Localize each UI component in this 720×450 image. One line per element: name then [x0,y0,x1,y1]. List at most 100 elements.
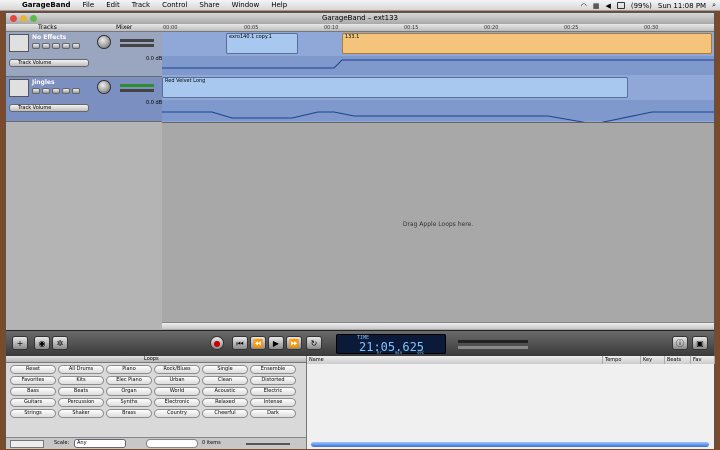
lock-button[interactable] [62,88,70,94]
solo-button[interactable] [52,43,60,49]
scale-label: Scale: [54,440,70,446]
ruler-tick: 00:25 [564,25,579,31]
track-volume-select[interactable]: Track Volume [9,104,89,112]
keyword-button[interactable]: Urban [154,376,200,385]
keyword-button[interactable]: Beats [58,387,104,396]
keyword-button[interactable]: Cheerful [202,409,248,418]
track-volume-select[interactable]: Track Volume [9,59,89,67]
zoom-button[interactable] [30,15,37,22]
master-volume-slider[interactable] [458,346,528,349]
menu-window[interactable]: Window [226,0,266,11]
record-enable-button[interactable] [32,43,40,49]
pan-knob[interactable] [97,80,111,94]
menu-app[interactable]: GarageBand [16,0,76,11]
keyword-button[interactable]: Percussion [58,398,104,407]
keyword-button[interactable]: Organ [106,387,152,396]
rewind-button[interactable]: ⏪ [250,336,266,350]
keyword-button[interactable]: Country [154,409,200,418]
loop-browser-button[interactable]: ◉ [34,336,50,350]
horizontal-scrollbar[interactable] [162,322,714,329]
volume-db-label: 0.0 dB [146,56,163,62]
volume-slider[interactable] [120,44,154,47]
time-display[interactable]: TIME 21:05.625 hr min sec [336,334,446,355]
media-browser-button[interactable]: ▣ [692,336,708,350]
keyword-button[interactable]: Favorites [10,376,56,385]
keyword-button[interactable]: Elec Piano [106,376,152,385]
keyword-button[interactable]: Dark [250,409,296,418]
keyword-button[interactable]: Rock/Blues [154,365,200,374]
volume-icon[interactable]: ◀ [605,2,610,10]
drop-area[interactable]: Drag Apple Loops here. [162,122,714,330]
keyword-button[interactable]: Electric [250,387,296,396]
preview-volume-slider[interactable] [246,443,290,445]
wifi-icon[interactable]: ◠ [581,2,587,10]
play-button[interactable]: ▶ [268,336,284,350]
cycle-button[interactable]: ↻ [306,336,322,350]
col-fav[interactable]: Fav [691,356,715,364]
editor-button[interactable]: ✲ [52,336,68,350]
close-button[interactable] [10,15,17,22]
menu-control[interactable]: Control [156,0,193,11]
menu-track[interactable]: Track [126,0,156,11]
track-volume-toggle[interactable] [72,88,80,94]
keyword-button[interactable]: All Drums [58,365,104,374]
loop-search-input[interactable] [146,439,198,448]
keyword-button[interactable]: Piano [106,365,152,374]
scale-select[interactable]: Any [74,439,126,448]
keyword-button[interactable]: Strings [10,409,56,418]
keyword-button[interactable]: Synths [106,398,152,407]
flag-icon[interactable]: ▦ [593,2,600,10]
col-name[interactable]: Name [307,356,603,364]
col-beats[interactable]: Beats [665,356,691,364]
keyword-button[interactable]: World [154,387,200,396]
keyword-button[interactable]: Single [202,365,248,374]
volume-slider[interactable] [120,89,154,92]
keyword-button[interactable]: Brass [106,409,152,418]
keyword-button[interactable]: Guitars [10,398,56,407]
menu-clock[interactable]: Sun 11:08 PM [658,2,706,10]
keyword-button[interactable]: Acoustic [202,387,248,396]
info-button[interactable]: ⓘ [672,336,688,350]
record-enable-button[interactable] [32,88,40,94]
keyword-button[interactable]: Kits [58,376,104,385]
lock-button[interactable] [62,43,70,49]
keyword-button[interactable]: Clean [202,376,248,385]
add-track-button[interactable]: + [12,336,28,350]
track-volume-toggle[interactable] [72,43,80,49]
menu-file[interactable]: File [76,0,100,11]
lcd-unit: hr [377,350,382,355]
menu-edit[interactable]: Edit [100,0,126,11]
fast-forward-button[interactable]: ⏩ [286,336,302,350]
master-level-meter [458,340,528,343]
keyword-button[interactable]: Relaxed [202,398,248,407]
results-scrollbar[interactable] [311,442,709,447]
record-button[interactable]: ● [210,336,224,350]
title-bar: GarageBand – ext133 [6,13,714,24]
view-mode-toggle[interactable] [10,440,44,448]
spotlight-icon[interactable]: ⌕ [712,1,716,10]
keyword-button[interactable]: Shaker [58,409,104,418]
go-to-start-button[interactable]: ⏮ [232,336,248,350]
col-tempo[interactable]: Tempo [603,356,641,364]
menu-share[interactable]: Share [193,0,225,11]
mute-button[interactable] [42,43,50,49]
keyword-button[interactable]: Distorted [250,376,296,385]
keyword-button[interactable]: Ensemble [250,365,296,374]
pan-knob[interactable] [97,35,111,49]
keyword-button[interactable]: Reset [10,365,56,374]
menu-help[interactable]: Help [265,0,293,11]
col-key[interactable]: Key [641,356,665,364]
timeline[interactable]: exro140.1 copy.1 133.1 0.0 dB Red Velvet… [146,32,714,122]
track-row-no-effects[interactable]: No Effects Track Volume [6,32,162,77]
minimize-button[interactable] [20,15,27,22]
track-row-jingles[interactable]: Jingles Track Volume [6,77,162,122]
keyword-button[interactable]: Electronic [154,398,200,407]
volume-curve [162,59,714,122]
keyword-button[interactable]: Bass [10,387,56,396]
solo-button[interactable] [52,88,60,94]
mute-button[interactable] [42,88,50,94]
tracks-header-label: Tracks [38,24,57,31]
battery-icon[interactable] [616,2,625,9]
keyword-button[interactable]: Intense [250,398,296,407]
loop-results: Name Tempo Key Beats Fav [306,356,715,449]
